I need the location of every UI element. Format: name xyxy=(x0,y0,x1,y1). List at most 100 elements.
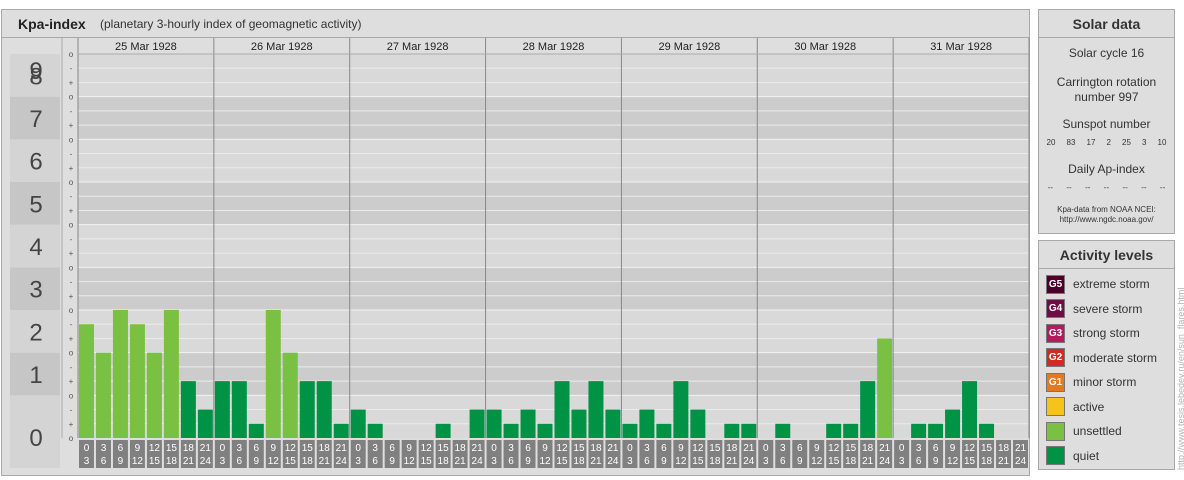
interval-end-label: 6 xyxy=(237,456,243,467)
interval-end-label: 18 xyxy=(981,456,993,467)
interval-end-label: 12 xyxy=(947,456,959,467)
kp-bar xyxy=(248,423,264,438)
kp-bar xyxy=(163,310,179,438)
interval-start-label: 6 xyxy=(525,443,531,454)
sunspot-value: 10 xyxy=(1157,138,1167,147)
legend-swatch xyxy=(1046,421,1065,441)
day-label: 31 Mar 1928 xyxy=(930,41,992,53)
interval-start-label: 18 xyxy=(726,443,738,454)
y-subtick-label: - xyxy=(70,363,73,372)
interval-start-label: 21 xyxy=(336,443,348,454)
y-subtick-label: + xyxy=(69,164,74,173)
interval-end-label: 15 xyxy=(421,456,433,467)
kp-bar xyxy=(911,423,927,438)
interval-start-label: 3 xyxy=(644,443,650,454)
interval-start-label: 9 xyxy=(135,443,141,454)
legend-item: active xyxy=(1046,397,1104,416)
y-subtick-label: o xyxy=(69,391,74,400)
level-band xyxy=(78,96,1029,140)
interval-end-label: 12 xyxy=(404,456,416,467)
interval-end-label: 12 xyxy=(811,456,823,467)
interval-start-label: 0 xyxy=(220,443,226,454)
interval-start-label: 12 xyxy=(285,443,297,454)
interval-end-label: 24 xyxy=(607,456,619,467)
ap-index-value: -- xyxy=(1159,183,1166,192)
interval-end-label: 12 xyxy=(675,456,687,467)
interval-start-label: 18 xyxy=(862,443,874,454)
kp-bar xyxy=(775,423,791,438)
interval-end-label: 24 xyxy=(200,456,212,467)
legend-item: G1 minor storm xyxy=(1046,372,1136,392)
interval-start-label: 3 xyxy=(780,443,786,454)
interval-start-label: 12 xyxy=(421,443,433,454)
y-subtick-label: o xyxy=(69,178,74,187)
interval-end-label: 21 xyxy=(319,456,331,467)
interval-end-label: 24 xyxy=(1015,456,1027,467)
y-subtick-label: + xyxy=(69,121,74,130)
kp-bar xyxy=(877,338,893,438)
interval-start-label: 21 xyxy=(743,443,755,454)
interval-start-label: 9 xyxy=(950,443,956,454)
kp-bar xyxy=(571,409,587,438)
interval-start-label: 18 xyxy=(590,443,602,454)
kp-bar xyxy=(962,381,978,438)
legend-swatch: G3 xyxy=(1046,323,1065,343)
interval-end-label: 18 xyxy=(573,456,585,467)
y-subtick-label: - xyxy=(70,278,73,287)
interval-start-label: 9 xyxy=(678,443,684,454)
interval-end-label: 6 xyxy=(780,456,786,467)
interval-end-label: 3 xyxy=(763,456,769,467)
kp-bar xyxy=(214,381,230,438)
kp-bar xyxy=(673,381,689,438)
kp-bar xyxy=(146,352,162,438)
solar-cycle: Solar cycle 16 xyxy=(1068,46,1145,60)
interval-end-label: 9 xyxy=(525,456,531,467)
y-subtick-label: o xyxy=(69,306,74,315)
solar-data-title: Solar data xyxy=(1072,16,1141,32)
y-subtick-label: o xyxy=(69,349,74,358)
ap-index-value: -- xyxy=(1103,183,1110,192)
level-band xyxy=(78,224,1029,268)
sunspot-value: 83 xyxy=(1066,138,1076,147)
interval-start-label: 12 xyxy=(828,443,840,454)
interval-end-label: 15 xyxy=(149,456,161,467)
kp-bar xyxy=(265,310,281,438)
kp-bar xyxy=(95,352,111,438)
interval-end-label: 21 xyxy=(455,456,467,467)
interval-start-label: 3 xyxy=(101,443,107,454)
day-label: 29 Mar 1928 xyxy=(658,41,720,53)
interval-start-label: 6 xyxy=(797,443,803,454)
y-subtick-label: + xyxy=(69,334,74,343)
interval-start-label: 0 xyxy=(899,443,905,454)
y-tick-label: 1 xyxy=(29,362,42,389)
interval-start-label: 21 xyxy=(1015,443,1027,454)
sunspot-number-title: Sunspot number xyxy=(1062,117,1151,131)
interval-end-label: 21 xyxy=(590,456,602,467)
day-label: 28 Mar 1928 xyxy=(523,41,585,53)
y-subtick-label: o xyxy=(69,221,74,230)
y-tick-label: 5 xyxy=(29,191,42,218)
kp-bar xyxy=(520,409,536,438)
kp-bar xyxy=(112,310,128,438)
legend-item: G5 extreme storm xyxy=(1046,274,1150,294)
sunspot-value: 20 xyxy=(1046,138,1056,147)
y-subtick-label: + xyxy=(69,206,74,215)
data-source-link[interactable]: http://www.ngdc.noaa.gov/ xyxy=(1039,215,1174,225)
kp-bar xyxy=(860,381,876,438)
interval-start-label: 3 xyxy=(916,443,922,454)
interval-end-label: 9 xyxy=(254,456,260,467)
kp-bar xyxy=(741,423,757,438)
interval-end-label: 21 xyxy=(183,456,195,467)
kp-bar xyxy=(588,381,604,438)
legend-label: extreme storm xyxy=(1073,277,1150,291)
legend-item: G3 strong storm xyxy=(1046,323,1140,343)
y-subtick-label: o xyxy=(69,434,74,443)
y-subtick-label: + xyxy=(69,377,74,386)
interval-end-label: 18 xyxy=(845,456,857,467)
legend-item: G4 severe storm xyxy=(1046,299,1142,318)
interval-end-label: 21 xyxy=(726,456,738,467)
kp-bar xyxy=(316,381,332,438)
interval-end-label: 18 xyxy=(709,456,721,467)
y-subtick-label: o xyxy=(69,93,74,102)
legend-label: moderate storm xyxy=(1073,350,1158,365)
